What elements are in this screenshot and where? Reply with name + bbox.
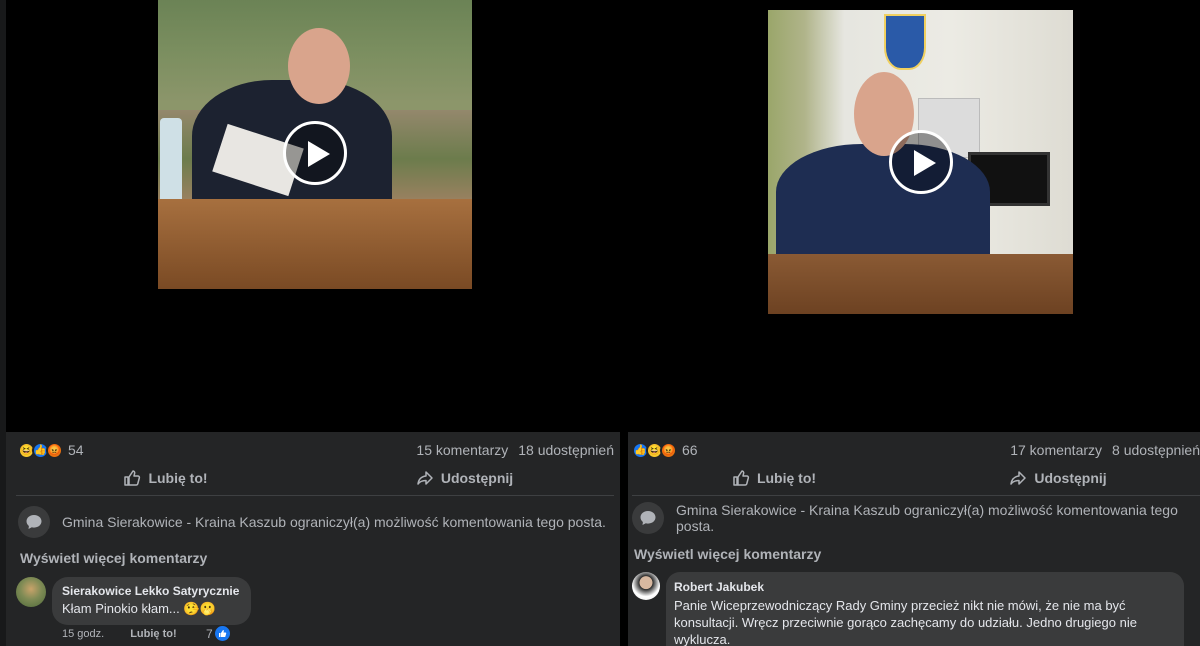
- like-reaction-icon: [214, 626, 230, 641]
- shares-count[interactable]: 8 udostępnień: [1112, 442, 1200, 458]
- post-actions: Lubię to! Udostępnij: [632, 460, 1200, 496]
- comment-text-line: konsultacji. Wręcz przeciwnie gorąco zac…: [674, 615, 1137, 630]
- notice-text: Gmina Sierakowice - Kraina Kaszub ograni…: [676, 502, 1178, 534]
- angry-reaction-icon: 😡: [660, 441, 677, 459]
- view-more-comments-link[interactable]: Wyświetl więcej komentarzy: [20, 550, 207, 566]
- avatar[interactable]: [632, 572, 660, 600]
- post-stats: 👍 😆 😡 66 17 komentarzy 8 udostępnień: [632, 440, 1200, 460]
- reaction-count[interactable]: 54: [68, 442, 84, 458]
- comment-icon: [18, 506, 50, 538]
- share-icon: [1010, 470, 1027, 485]
- share-label: Udostępnij: [440, 469, 514, 486]
- comment-text: Kłam Pinokio kłam... 🤥🫢: [62, 601, 216, 616]
- angry-reaction-icon: 😡: [46, 441, 63, 459]
- post-stats: 😆 👍 😡 54 15 komentarzy 18 udostępnień: [18, 440, 614, 460]
- reactions-summary[interactable]: 👍 😆 😡 66: [632, 441, 698, 459]
- comment-text-line: wyklucza.: [674, 632, 731, 646]
- play-button[interactable]: [889, 130, 953, 194]
- shares-count[interactable]: 18 udostępnień: [518, 442, 614, 458]
- post-footer: 👍 😆 😡 66 17 komentarzy 8 udostępnień Lub…: [628, 432, 1200, 646]
- like-label: Lubię to!: [756, 469, 817, 486]
- share-button[interactable]: Udostępnij: [916, 460, 1200, 495]
- post-right: 👍 😆 😡 66 17 komentarzy 8 udostępnień Lub…: [628, 0, 1200, 646]
- play-button[interactable]: [283, 121, 347, 185]
- thumbs-up-icon: [124, 469, 141, 486]
- post-actions: Lubię to! Udostępnij: [16, 460, 614, 496]
- comment-like-link[interactable]: Lubię to!: [130, 628, 176, 640]
- like-label: Lubię to!: [148, 469, 208, 486]
- view-more-comments-link[interactable]: Wyświetl więcej komentarzy: [634, 546, 821, 562]
- video-player[interactable]: [628, 0, 1200, 432]
- comments-restricted-notice: Gmina Sierakowice - Kraina Kaszub ograni…: [632, 502, 1194, 534]
- comment-bubble: Robert Jakubek Panie Wiceprzewodniczący …: [666, 572, 1184, 646]
- comment-meta: 15 godz. Lubię to!: [62, 628, 177, 640]
- comment-author[interactable]: Robert Jakubek: [674, 579, 1172, 596]
- thumbs-up-icon: [733, 469, 750, 486]
- share-button[interactable]: Udostępnij: [315, 460, 614, 495]
- comment-likes[interactable]: 7: [206, 626, 230, 641]
- comments-count[interactable]: 15 komentarzy: [416, 442, 508, 458]
- notice-text: Gmina Sierakowice - Kraina Kaszub ograni…: [62, 514, 606, 530]
- comment-bubble: Sierakowice Lekko Satyrycznie Kłam Pinok…: [52, 577, 252, 625]
- comment-time[interactable]: 15 godz.: [62, 628, 104, 640]
- like-button[interactable]: Lubię to!: [632, 460, 916, 495]
- comments-restricted-notice: Gmina Sierakowice - Kraina Kaszub ograni…: [18, 506, 614, 538]
- comment: Robert Jakubek Panie Wiceprzewodniczący …: [632, 572, 1184, 646]
- share-icon: [417, 470, 433, 485]
- reactions-summary[interactable]: 😆 👍 😡 54: [18, 441, 84, 459]
- comments-count[interactable]: 17 komentarzy: [1010, 442, 1102, 458]
- video-thumbnail[interactable]: [158, 0, 472, 289]
- reaction-count[interactable]: 66: [682, 442, 698, 458]
- post-left: 😆 👍 😡 54 15 komentarzy 18 udostępnień Lu…: [0, 0, 620, 646]
- avatar[interactable]: [16, 577, 46, 607]
- video-player[interactable]: [6, 0, 620, 432]
- comment-text-line: Panie Wiceprzewodniczący Rady Gminy prze…: [674, 598, 1126, 613]
- comment-author[interactable]: Sierakowice Lekko Satyrycznie: [62, 584, 239, 598]
- post-footer: 😆 👍 😡 54 15 komentarzy 18 udostępnień Lu…: [6, 432, 620, 646]
- comment: Sierakowice Lekko Satyrycznie Kłam Pinok…: [16, 577, 614, 625]
- comment-icon: [632, 502, 664, 534]
- like-button[interactable]: Lubię to!: [16, 460, 315, 495]
- share-label: Udostępnij: [1034, 469, 1107, 486]
- video-thumbnail[interactable]: [768, 10, 1073, 314]
- comment-like-count: 7: [206, 626, 213, 641]
